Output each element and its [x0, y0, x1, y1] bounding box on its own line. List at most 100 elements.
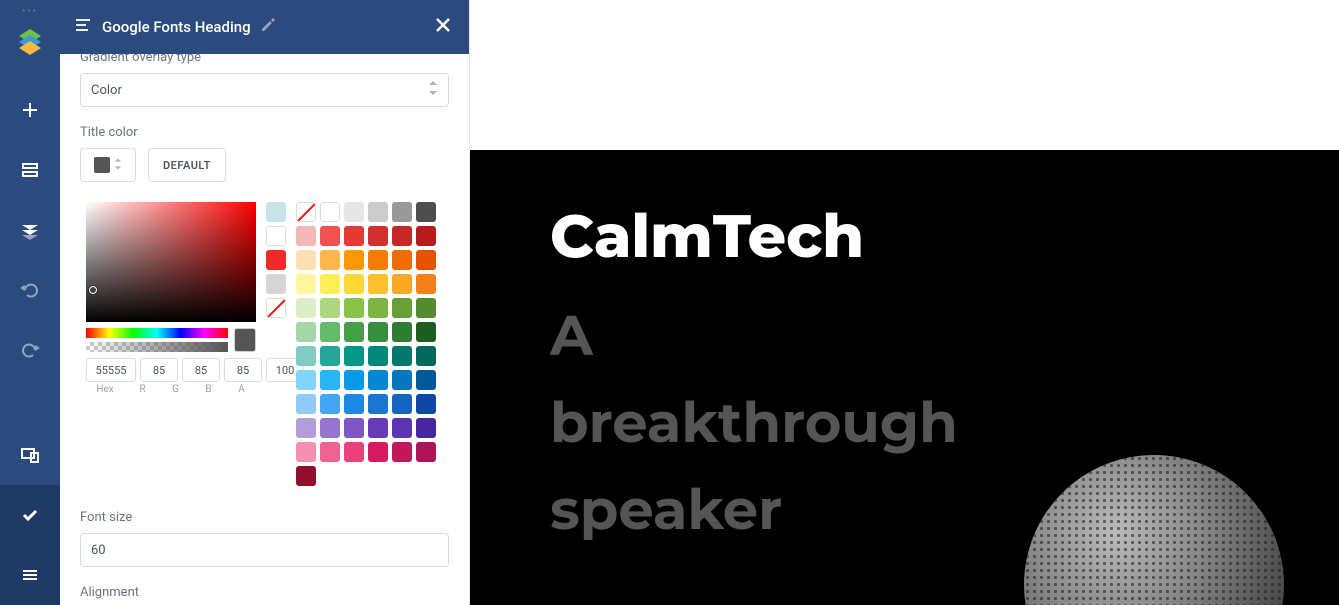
palette-swatch[interactable]	[416, 418, 436, 438]
palette-swatch[interactable]	[344, 370, 364, 390]
palette-swatch[interactable]	[320, 346, 340, 366]
palette-swatch[interactable]	[344, 442, 364, 462]
preview-canvas[interactable]: CalmTech A breakthrough speaker	[470, 0, 1339, 605]
palette-swatch[interactable]	[416, 322, 436, 342]
palette-swatch[interactable]	[296, 274, 316, 294]
palette-swatch[interactable]	[296, 394, 316, 414]
g-input[interactable]	[182, 358, 220, 382]
palette-swatch[interactable]	[344, 202, 364, 222]
palette-swatch[interactable]	[320, 442, 340, 462]
hero-subheading[interactable]: A breakthrough speaker	[550, 293, 890, 553]
palette-swatch[interactable]	[320, 394, 340, 414]
undo-button[interactable]	[0, 260, 60, 320]
palette-swatch[interactable]	[296, 370, 316, 390]
b-input[interactable]	[224, 358, 262, 382]
palette-swatch[interactable]	[416, 394, 436, 414]
palette-swatch[interactable]	[368, 298, 388, 318]
palette-swatch[interactable]	[368, 226, 388, 246]
palette-swatch[interactable]	[368, 418, 388, 438]
palette-swatch[interactable]	[416, 226, 436, 246]
hue-slider[interactable]	[86, 328, 228, 338]
palette-swatch[interactable]	[392, 274, 412, 294]
palette-swatch[interactable]	[392, 346, 412, 366]
palette-swatch[interactable]	[320, 202, 340, 222]
palette-swatch[interactable]	[296, 346, 316, 366]
title-color-swatch-select[interactable]	[80, 148, 136, 182]
palette-swatch[interactable]	[368, 370, 388, 390]
alpha-slider[interactable]	[86, 342, 228, 352]
palette-swatch[interactable]	[416, 370, 436, 390]
palette-swatch[interactable]	[416, 202, 436, 222]
palette-swatch[interactable]	[320, 370, 340, 390]
palette-swatch[interactable]	[296, 466, 316, 486]
recent-color-swatch[interactable]	[266, 250, 286, 270]
palette-swatch[interactable]	[320, 418, 340, 438]
palette-swatch[interactable]	[296, 442, 316, 462]
reset-default-button[interactable]: DEFAULT	[148, 148, 226, 182]
font-size-label: Font size	[80, 510, 449, 525]
palette-swatch[interactable]	[320, 250, 340, 270]
palette-swatch[interactable]	[368, 274, 388, 294]
palette-swatch[interactable]	[296, 322, 316, 342]
palette-swatch[interactable]	[320, 226, 340, 246]
palette-swatch[interactable]	[344, 298, 364, 318]
palette-swatch[interactable]	[368, 202, 388, 222]
palette-swatch[interactable]	[392, 370, 412, 390]
palette-swatch[interactable]	[296, 250, 316, 270]
rename-icon[interactable]	[259, 16, 277, 38]
font-size-input[interactable]	[80, 533, 449, 567]
recent-color-swatch[interactable]	[266, 202, 286, 222]
templates-button[interactable]	[0, 140, 60, 200]
palette-swatch[interactable]	[392, 202, 412, 222]
palette-swatch[interactable]	[416, 298, 436, 318]
palette-swatch[interactable]	[392, 322, 412, 342]
recent-color-swatch[interactable]	[266, 226, 286, 246]
palette-swatch[interactable]	[344, 274, 364, 294]
palette-swatch[interactable]	[368, 250, 388, 270]
palette-swatch[interactable]	[296, 418, 316, 438]
redo-button[interactable]	[0, 320, 60, 380]
palette-swatch[interactable]	[416, 274, 436, 294]
add-element-button[interactable]	[0, 80, 60, 140]
palette-swatch[interactable]	[416, 442, 436, 462]
palette-swatch[interactable]	[416, 346, 436, 366]
palette-swatch[interactable]	[416, 250, 436, 270]
chevron-updown-icon	[428, 81, 438, 99]
palette-swatch[interactable]	[320, 322, 340, 342]
palette-swatch[interactable]	[344, 346, 364, 366]
palette-swatch[interactable]	[392, 394, 412, 414]
tree-view-button[interactable]	[0, 200, 60, 260]
palette-swatch[interactable]	[392, 298, 412, 318]
palette-swatch[interactable]	[344, 250, 364, 270]
palette-swatch[interactable]	[392, 442, 412, 462]
palette-swatch[interactable]	[344, 226, 364, 246]
palette-swatch[interactable]	[368, 346, 388, 366]
recent-color-swatch[interactable]	[266, 298, 286, 318]
b-label: B	[194, 384, 223, 395]
palette-swatch[interactable]	[344, 394, 364, 414]
saturation-value-area[interactable]	[86, 202, 256, 322]
close-panel-button[interactable]	[431, 13, 455, 41]
hero-heading[interactable]: CalmTech	[550, 200, 1259, 273]
save-button[interactable]	[0, 485, 60, 545]
palette-swatch[interactable]	[320, 274, 340, 294]
palette-swatch[interactable]	[392, 418, 412, 438]
gradient-overlay-select[interactable]: Color	[80, 73, 449, 107]
palette-swatch[interactable]	[368, 442, 388, 462]
chevron-updown-icon	[114, 158, 122, 173]
menu-button[interactable]	[0, 545, 60, 605]
palette-swatch[interactable]	[368, 394, 388, 414]
r-input[interactable]	[140, 358, 178, 382]
recent-color-swatch[interactable]	[266, 274, 286, 294]
palette-swatch[interactable]	[296, 298, 316, 318]
palette-swatch[interactable]	[320, 298, 340, 318]
palette-swatch[interactable]	[344, 322, 364, 342]
palette-swatch[interactable]	[296, 226, 316, 246]
responsive-view-button[interactable]	[0, 425, 60, 485]
hex-input[interactable]	[86, 358, 136, 382]
palette-swatch[interactable]	[296, 202, 316, 222]
palette-swatch[interactable]	[392, 250, 412, 270]
palette-swatch[interactable]	[344, 418, 364, 438]
palette-swatch[interactable]	[368, 322, 388, 342]
palette-swatch[interactable]	[392, 226, 412, 246]
